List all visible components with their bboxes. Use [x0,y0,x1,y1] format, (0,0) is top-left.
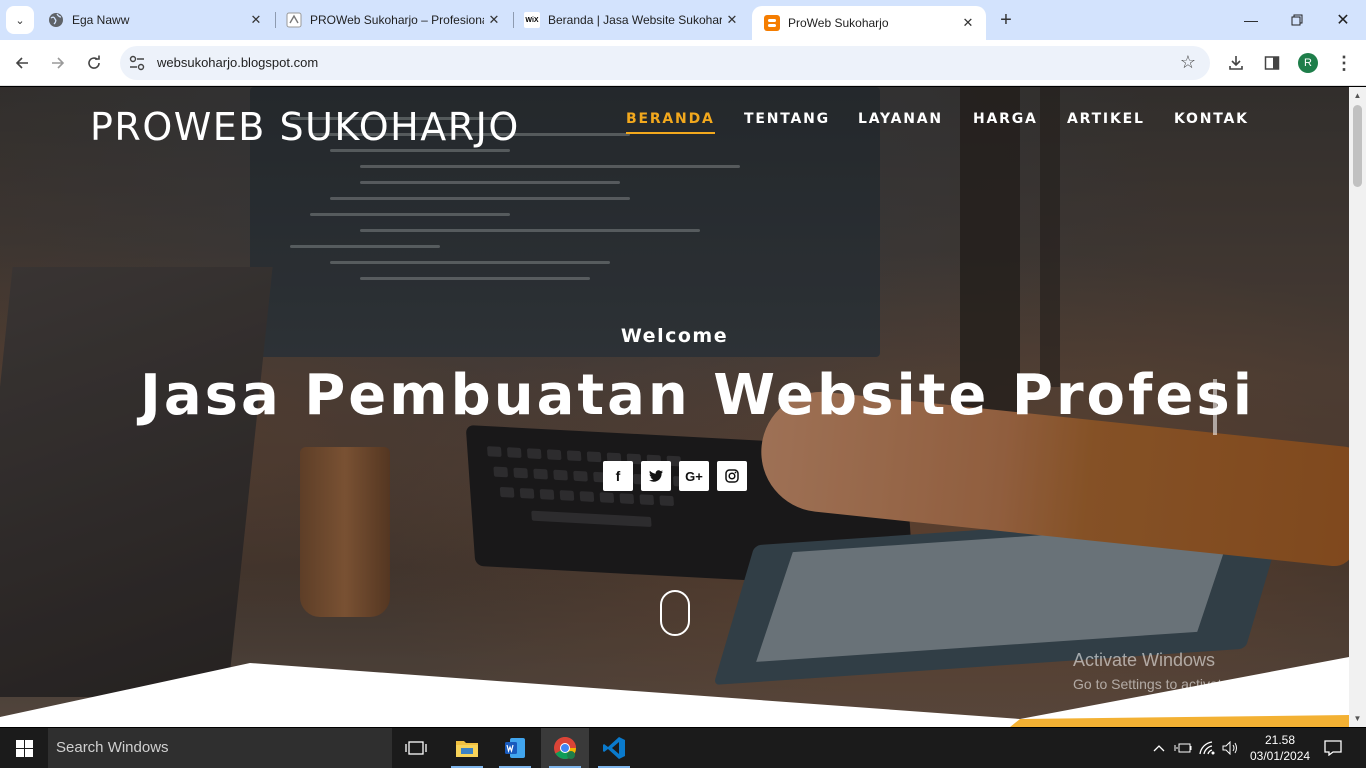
scrollbar-thumb[interactable] [1353,105,1362,187]
taskbar-clock[interactable]: 21.58 03/01/2024 [1250,732,1310,764]
minimize-button[interactable]: — [1228,0,1274,40]
file-explorer-button[interactable] [443,728,491,768]
reload-icon [88,55,100,69]
plus-icon: + [1000,9,1012,31]
taskbar-search-input[interactable]: Search Windows [48,728,392,768]
restore-button[interactable] [1274,0,1320,40]
download-icon [1229,56,1243,70]
wix-favicon: WiX [524,12,540,28]
arrow-right-icon [52,57,65,69]
tab-proweb-profesional[interactable]: PROWeb Sukoharjo – Profesional ✕ [274,0,512,40]
arrow-left-icon [15,57,28,69]
volume-icon[interactable] [1221,728,1241,768]
forward-button[interactable] [44,49,72,77]
kebab-menu-icon: ⋮ [1335,52,1353,73]
profile-avatar[interactable]: R [1298,53,1318,73]
browser-toolbar: websukoharjo.blogspot.com ☆ R ⋮ [0,40,1366,86]
tab-search-button[interactable]: ⌄ [6,6,34,34]
activate-windows-title: Activate Windows [1073,650,1216,670]
close-tab-icon[interactable]: ✕ [722,12,742,28]
word-button[interactable] [491,728,539,768]
address-bar[interactable]: websukoharjo.blogspot.com ☆ [120,46,1210,80]
windows-taskbar: Search Windows 21.58 03/01/2024 [0,728,1366,768]
minimize-icon: — [1244,12,1258,28]
restore-icon [1291,14,1303,26]
close-tab-icon[interactable]: ✕ [484,12,504,28]
tab-title: Beranda | Jasa Website Sukohar [548,13,722,27]
chevron-down-icon: ⌄ [15,14,25,27]
web-page: PROWEB SUKOHARJO BERANDA TENTANG LAYANAN… [0,87,1349,727]
reload-button[interactable] [80,49,108,77]
close-window-button[interactable]: ✕ [1320,0,1366,40]
site-info-icon[interactable] [128,54,146,72]
chrome-icon [554,737,576,759]
tab-proweb-sukoharjo[interactable]: ProWeb Sukoharjo ✕ [752,6,986,40]
close-tab-icon[interactable]: ✕ [246,12,266,28]
start-button[interactable] [0,728,48,768]
clock-date: 03/01/2024 [1250,749,1311,763]
new-tab-button[interactable]: + [994,8,1018,32]
menu-button[interactable]: ⋮ [1330,49,1358,77]
tab-beranda-jasa-website[interactable]: WiX Beranda | Jasa Website Sukohar ✕ [512,0,750,40]
tab-title: ProWeb Sukoharjo [788,16,889,30]
tab-title: PROWeb Sukoharjo – Profesional [310,13,484,27]
side-panel-button[interactable] [1258,49,1286,77]
task-view-button[interactable] [392,728,440,768]
battery-icon[interactable] [1173,728,1193,768]
page-scrollbar[interactable]: ▲ ▼ [1349,87,1366,727]
vscode-button[interactable] [590,728,638,768]
tab-ega-naww[interactable]: Ega Naww ✕ [36,0,274,40]
proweb-favicon [286,12,302,28]
globe-icon [48,12,64,28]
url-text: websukoharjo.blogspot.com [157,55,319,70]
blogger-icon [764,15,780,31]
side-panel-icon [1264,56,1280,70]
close-tab-icon[interactable]: ✕ [958,15,978,31]
word-icon [505,738,525,758]
tray-overflow-icon[interactable] [1150,728,1168,768]
back-button[interactable] [8,49,36,77]
clock-time: 21.58 [1264,733,1296,747]
chrome-button[interactable] [541,728,589,768]
downloads-button[interactable] [1222,49,1250,77]
hero-bottom-wave [0,657,1349,727]
bookmark-star-icon[interactable]: ☆ [1180,52,1196,73]
windows-logo-icon [15,739,33,757]
folder-icon [456,741,478,757]
notification-center-icon[interactable] [1320,728,1346,768]
tab-strip: ⌄ Ega Naww ✕ PROWeb Sukoharjo – Profesio… [0,0,1366,40]
tab-title: Ega Naww [72,13,130,27]
wifi-icon[interactable] [1198,728,1218,768]
close-icon: ✕ [1336,12,1350,29]
scroll-up-arrow-icon[interactable]: ▲ [1349,87,1366,104]
task-view-icon [405,741,427,755]
activate-windows-subtitle: Go to Settings to activate Windows. [1073,676,1294,692]
scroll-down-arrow-icon[interactable]: ▼ [1349,710,1366,727]
vscode-icon [603,737,625,759]
